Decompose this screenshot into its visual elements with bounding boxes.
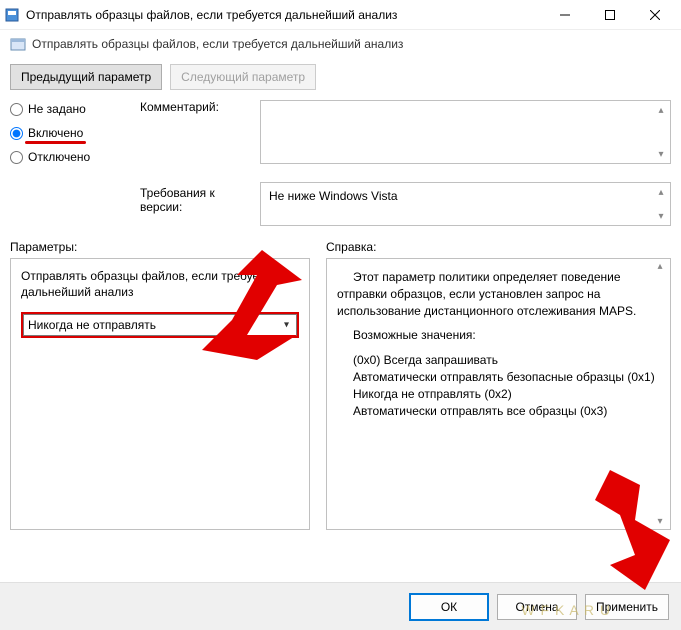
scroll-up-icon: ▴: [654, 103, 668, 117]
header-strip: Отправлять образцы файлов, если требуетс…: [0, 30, 681, 58]
scroll-up-icon: ▴: [657, 261, 662, 272]
help-value-3: Автоматически отправлять все образцы (0x…: [337, 403, 660, 420]
config-grid: Не задано Включено Отключено Комментарий…: [0, 100, 681, 230]
requirements-label: Требования к версии:: [140, 168, 250, 226]
policy-icon: [10, 36, 26, 52]
app-icon: [4, 7, 20, 23]
state-radios: Не задано Включено Отключено: [10, 100, 130, 230]
requirements-box: Не ниже Windows Vista ▴ ▾: [260, 182, 671, 226]
scroll-down-icon: ▾: [654, 147, 668, 161]
next-setting-button: Следующий параметр: [170, 64, 316, 90]
cancel-button[interactable]: Отмена: [497, 594, 577, 620]
ok-button[interactable]: ОК: [409, 593, 489, 621]
radio-enabled-label: Включено: [28, 126, 83, 140]
annotation-arrow-2: [580, 470, 680, 590]
panes: Отправлять образцы файлов, если требуетс…: [0, 258, 681, 538]
nav-row: Предыдущий параметр Следующий параметр: [0, 58, 681, 100]
help-value-2: Никогда не отправлять (0x2): [337, 386, 660, 403]
comment-textarea[interactable]: ▴ ▾: [260, 100, 671, 164]
help-value-0: (0x0) Всегда запрашивать: [337, 352, 660, 369]
help-possible-values: Возможные значения:: [337, 327, 660, 344]
radio-enabled[interactable]: Включено: [10, 126, 130, 140]
radio-not-configured-input[interactable]: [10, 103, 23, 116]
comment-label: Комментарий:: [140, 100, 250, 164]
help-label: Справка:: [326, 240, 626, 254]
radio-disabled-label: Отключено: [28, 150, 90, 164]
minimize-button[interactable]: [542, 1, 587, 29]
window-title: Отправлять образцы файлов, если требуетс…: [26, 8, 542, 22]
scroll-down-icon: ▾: [654, 209, 668, 223]
radio-enabled-input[interactable]: [10, 127, 23, 140]
maximize-button[interactable]: [587, 1, 632, 29]
scroll-up-icon: ▴: [654, 185, 668, 199]
titlebar: Отправлять образцы файлов, если требуетс…: [0, 0, 681, 30]
close-button[interactable]: [632, 1, 677, 29]
prev-setting-button[interactable]: Предыдущий параметр: [10, 64, 162, 90]
help-value-1: Автоматически отправлять безопасные обра…: [337, 369, 660, 386]
pane-labels: Параметры: Справка:: [0, 230, 681, 258]
annotation-arrow-1: [202, 250, 302, 360]
radio-not-configured[interactable]: Не задано: [10, 102, 130, 116]
dialog-buttons: ОК Отмена Применить: [0, 582, 681, 630]
header-title: Отправлять образцы файлов, если требуетс…: [32, 37, 403, 51]
requirements-text: Не ниже Windows Vista: [269, 189, 398, 203]
radio-disabled[interactable]: Отключено: [10, 150, 130, 164]
help-paragraph-1: Этот параметр политики определяет поведе…: [337, 269, 660, 319]
apply-button[interactable]: Применить: [585, 594, 669, 620]
radio-disabled-input[interactable]: [10, 151, 23, 164]
radio-not-configured-label: Не задано: [28, 102, 86, 116]
